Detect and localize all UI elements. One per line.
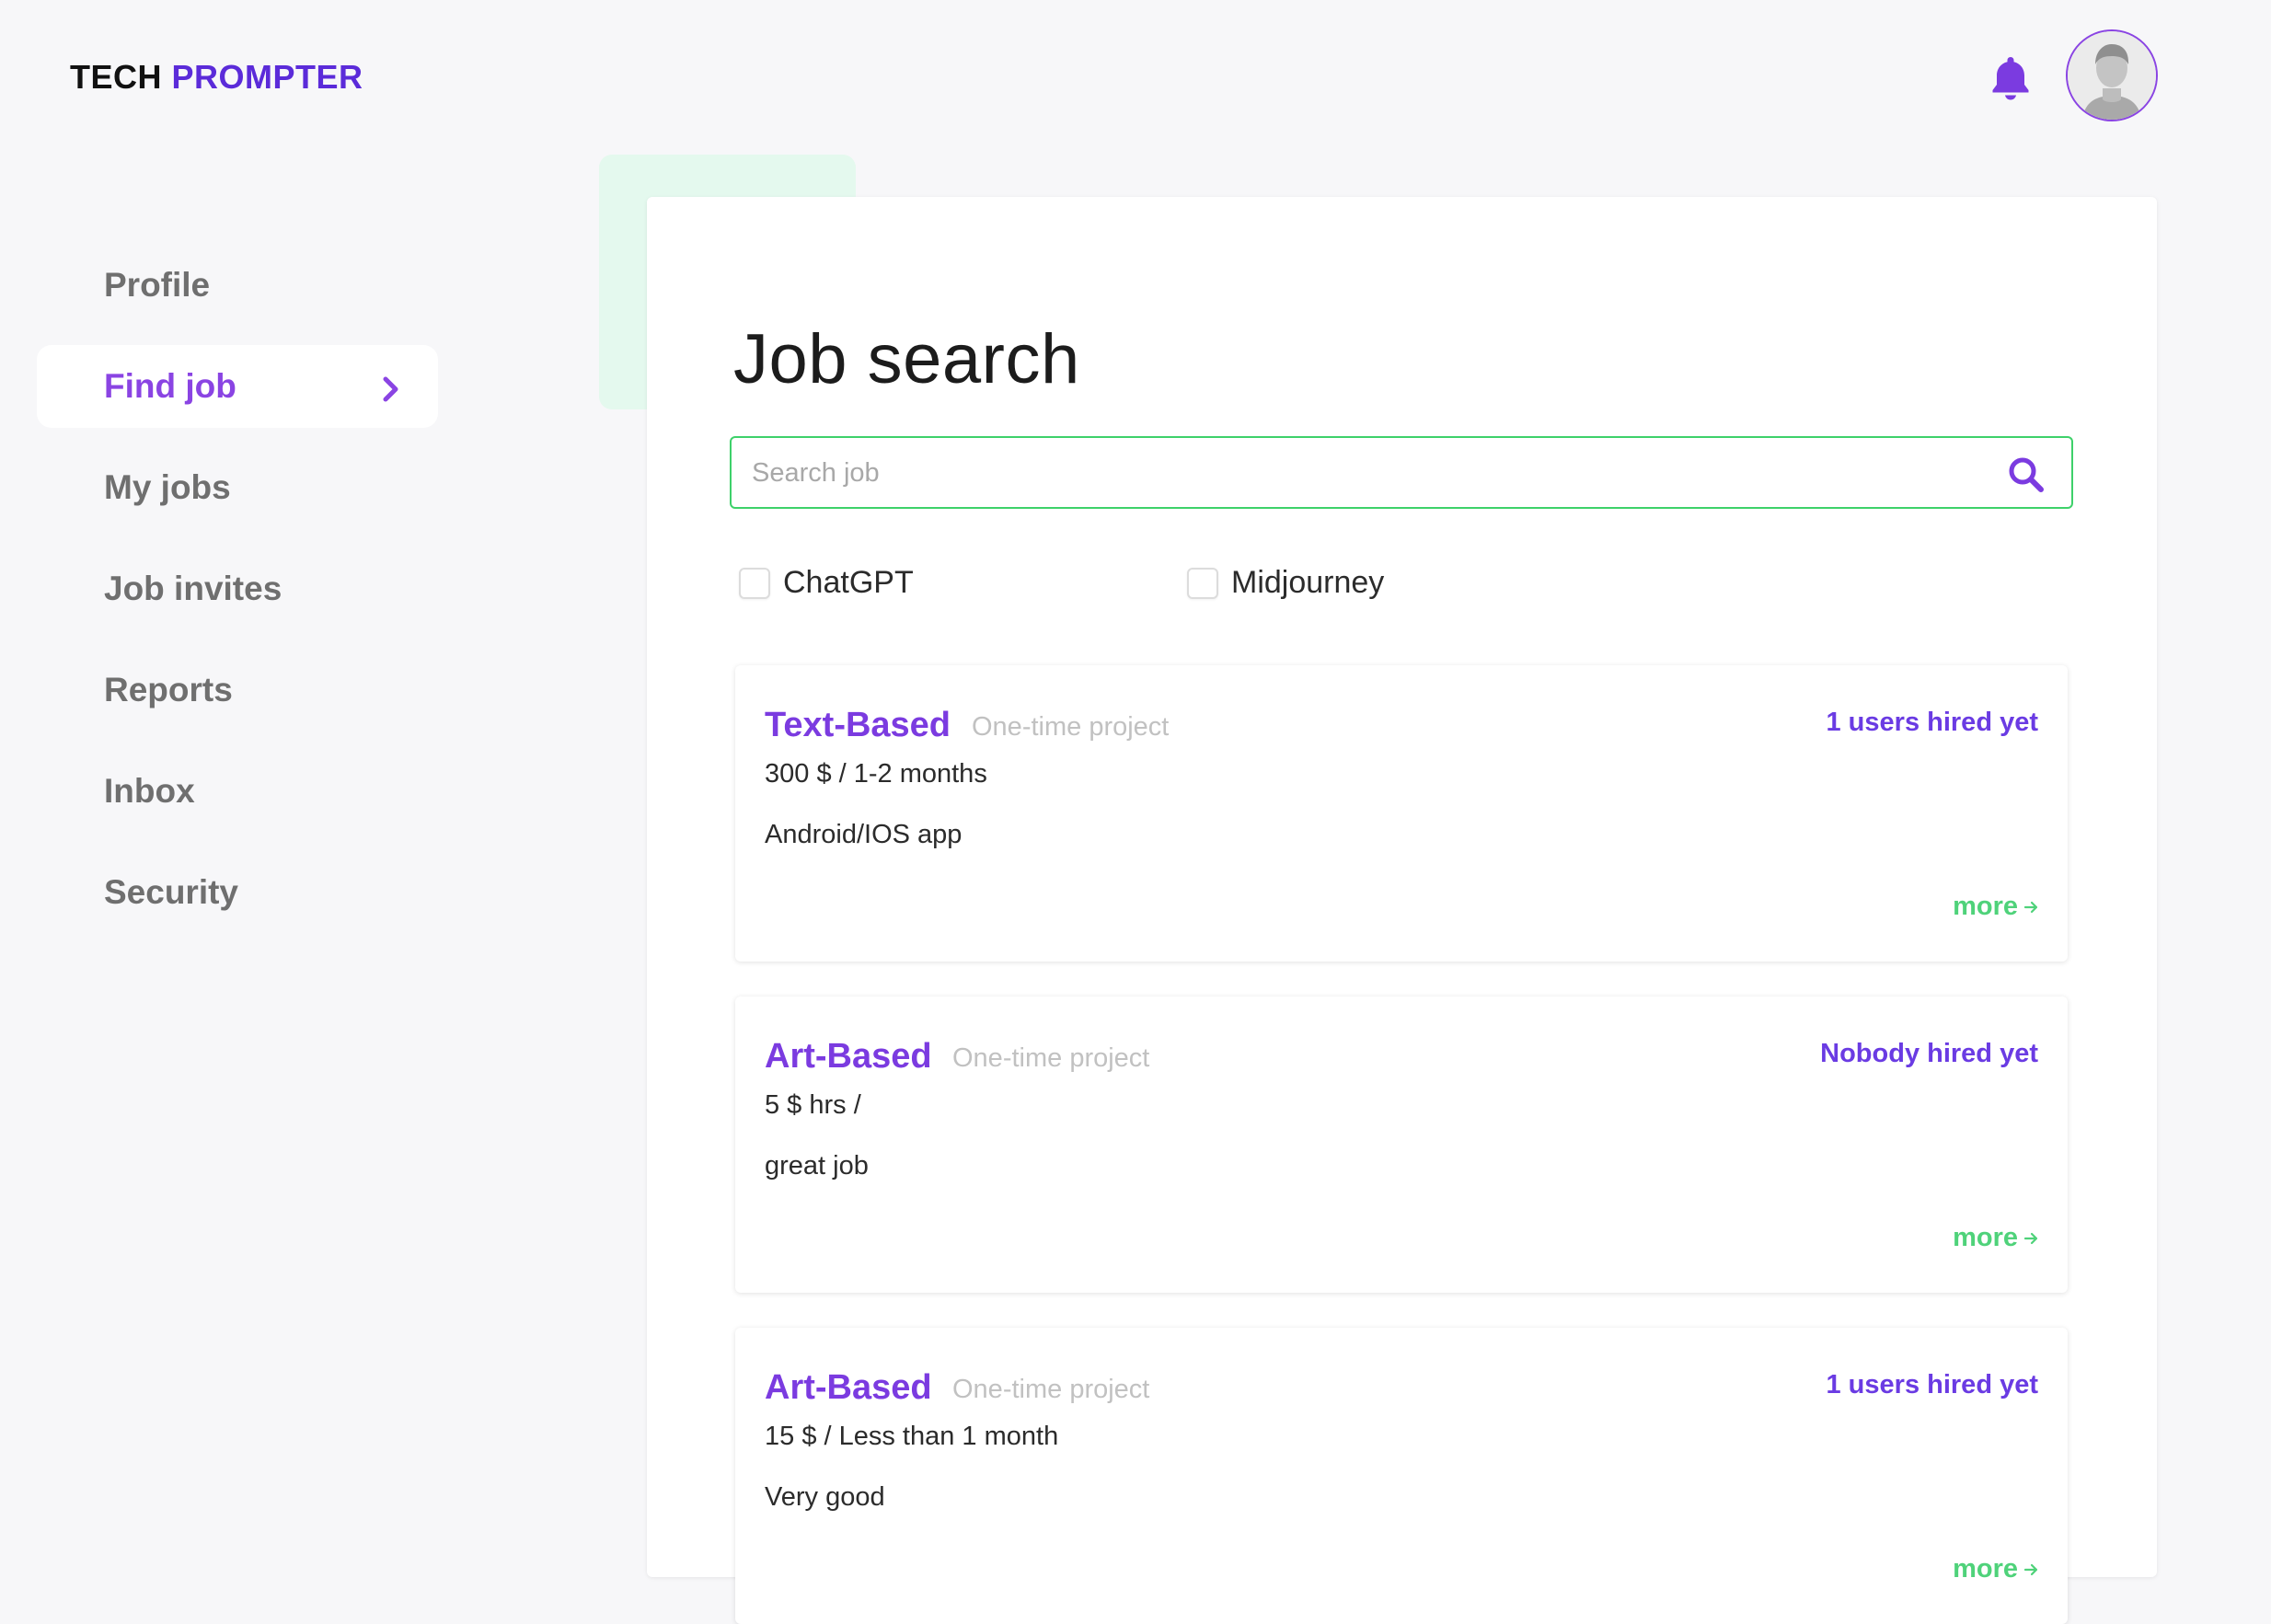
search-bar	[730, 436, 2073, 509]
avatar[interactable]	[2066, 29, 2158, 121]
job-rate: 300 $ / 1-2 months	[765, 759, 987, 789]
search-icon[interactable]	[2007, 455, 2046, 494]
chevron-right-icon	[381, 373, 401, 402]
bell-icon[interactable]	[1990, 55, 2031, 101]
more-link[interactable]: more	[1953, 1223, 2040, 1253]
job-hired-status: Nobody hired yet	[1820, 1039, 2038, 1068]
more-link-label: more	[1953, 1223, 2018, 1252]
job-rate: 5 $ hrs /	[765, 1090, 861, 1120]
job-title[interactable]: Text-Based	[765, 704, 951, 746]
sidebar-item-job-invites[interactable]: Job invites	[37, 547, 438, 630]
job-card[interactable]: Text-Based One-time project 1 users hire…	[735, 665, 2068, 962]
job-description: Very good	[765, 1482, 885, 1512]
filter-label: ChatGPT	[783, 565, 914, 600]
sidebar-item-reports[interactable]: Reports	[37, 649, 438, 731]
job-card[interactable]: Art-Based One-time project Nobody hired …	[735, 996, 2068, 1293]
arrow-right-icon	[2023, 1563, 2038, 1575]
job-description: great job	[765, 1151, 869, 1181]
job-type: One-time project	[952, 1375, 1150, 1404]
job-hired-status: 1 users hired yet	[1826, 1370, 2039, 1399]
filter-label: Midjourney	[1231, 565, 1385, 600]
sidebar-item-label: Find job	[104, 367, 236, 405]
brand-logo[interactable]: TECH PROMPTER	[70, 59, 363, 96]
more-link-label: more	[1953, 892, 2018, 921]
job-rate: 15 $ / Less than 1 month	[765, 1422, 1059, 1451]
job-description: Android/IOS app	[765, 820, 963, 849]
search-input[interactable]	[750, 438, 1968, 509]
more-link-label: more	[1953, 1554, 2018, 1584]
job-title[interactable]: Art-Based	[765, 1035, 932, 1077]
sidebar-item-inbox[interactable]: Inbox	[37, 750, 438, 833]
sidebar-item-profile[interactable]: Profile	[37, 244, 438, 327]
brand-logo-part2: PROMPTER	[171, 58, 363, 96]
job-type: One-time project	[972, 712, 1170, 742]
filter-midjourney[interactable]: Midjourney	[1187, 565, 1384, 601]
arrow-right-icon	[2023, 901, 2038, 913]
more-link[interactable]: more	[1953, 1554, 2040, 1584]
sidebar-item-label: Security	[104, 873, 239, 911]
sidebar-item-label: Reports	[104, 671, 233, 708]
job-hired-status: 1 users hired yet	[1826, 708, 2039, 737]
sidebar-item-find-job[interactable]: Find job	[37, 345, 438, 428]
sidebar-item-label: Job invites	[104, 570, 282, 607]
arrow-right-icon	[2023, 1232, 2038, 1244]
page-title: Job search	[733, 320, 1080, 398]
more-link[interactable]: more	[1953, 892, 2040, 922]
sidebar-item-security[interactable]: Security	[37, 851, 438, 934]
sidebar-item-label: My jobs	[104, 468, 231, 506]
filter-chatgpt[interactable]: ChatGPT	[739, 565, 914, 601]
sidebar-item-label: Inbox	[104, 772, 195, 810]
checkbox-chatgpt[interactable]	[739, 567, 770, 599]
job-type: One-time project	[952, 1043, 1150, 1073]
checkbox-midjourney[interactable]	[1187, 567, 1218, 599]
sidebar-item-my-jobs[interactable]: My jobs	[37, 446, 438, 529]
sidebar-item-label: Profile	[104, 266, 211, 304]
job-title[interactable]: Art-Based	[765, 1366, 932, 1409]
job-card[interactable]: Art-Based One-time project 1 users hired…	[735, 1328, 2068, 1624]
brand-logo-part1: TECH	[70, 58, 162, 96]
